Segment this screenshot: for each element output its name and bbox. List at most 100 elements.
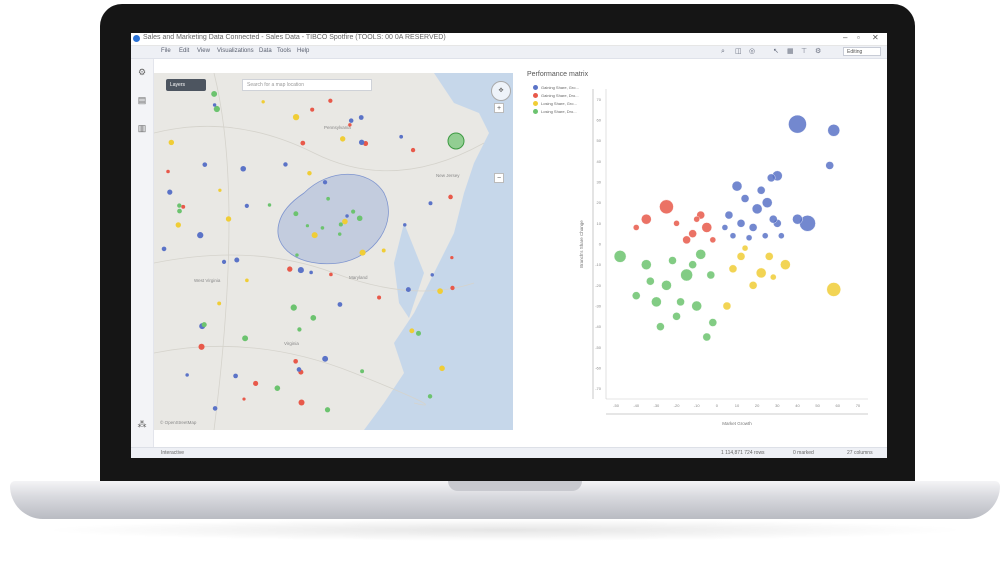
map-marker[interactable]	[245, 278, 249, 283]
map-marker[interactable]	[213, 105, 220, 113]
map-marker[interactable]	[202, 162, 208, 167]
map-marker[interactable]	[437, 288, 443, 295]
map-marker[interactable]	[358, 115, 364, 120]
scatter-point[interactable]	[745, 234, 753, 242]
map-marker[interactable]	[244, 203, 249, 208]
database-icon[interactable]: ▤	[137, 95, 147, 105]
scatter-point[interactable]	[724, 210, 734, 220]
map-marker[interactable]	[212, 103, 217, 107]
scatter-point[interactable]	[778, 232, 785, 239]
menu-file[interactable]: File	[161, 48, 171, 54]
map-marker[interactable]	[198, 343, 205, 350]
map-marker[interactable]	[305, 224, 310, 228]
map-marker[interactable]	[338, 222, 343, 227]
scatter-point[interactable]	[756, 186, 766, 195]
map-marker[interactable]	[345, 214, 349, 218]
bookmark-icon[interactable]: ◫	[735, 48, 742, 55]
map-marker[interactable]	[329, 272, 333, 277]
map-marker[interactable]	[450, 285, 455, 291]
map-marker[interactable]	[310, 315, 317, 321]
table-icon[interactable]: ▦	[787, 48, 794, 55]
scatter-point[interactable]	[688, 260, 697, 269]
map-marker[interactable]	[185, 373, 189, 377]
map-marker[interactable]	[166, 169, 170, 174]
map-marker[interactable]	[297, 327, 302, 332]
scatter-point[interactable]	[826, 282, 841, 297]
scatter-point[interactable]	[751, 203, 763, 215]
scatter-point[interactable]	[770, 273, 777, 281]
map-search-input[interactable]: Search for a map location	[242, 79, 372, 91]
map-marker[interactable]	[428, 201, 433, 206]
scatter-point[interactable]	[765, 252, 774, 261]
map-marker[interactable]	[292, 113, 300, 121]
data-icon[interactable]: ◎	[749, 48, 756, 55]
map-marker[interactable]	[448, 194, 453, 200]
scatter-point[interactable]	[695, 249, 706, 260]
map-marker[interactable]	[290, 304, 297, 311]
scatter-point[interactable]	[748, 281, 758, 290]
scatter-point[interactable]	[736, 252, 746, 261]
map-view[interactable]: Layers Search for a map location Pennsyl…	[154, 73, 513, 430]
scatter-point[interactable]	[656, 322, 665, 331]
scatter-point[interactable]	[740, 194, 750, 203]
map-marker[interactable]	[381, 248, 386, 253]
scatter-point[interactable]	[691, 300, 702, 312]
scatter-point[interactable]	[633, 224, 640, 231]
map-marker[interactable]	[377, 295, 382, 300]
map-marker[interactable]	[201, 322, 207, 328]
scatter-point[interactable]	[693, 215, 700, 223]
map-marker[interactable]	[295, 253, 299, 257]
map-marker[interactable]	[339, 136, 346, 142]
map-marker[interactable]	[211, 91, 218, 97]
map-marker[interactable]	[261, 100, 265, 104]
map-marker[interactable]	[161, 246, 167, 252]
layers-button[interactable]: Layers	[166, 79, 206, 91]
map-marker[interactable]	[342, 218, 348, 225]
map-marker[interactable]	[233, 373, 238, 379]
scatter-point[interactable]	[646, 276, 655, 286]
map-marker[interactable]	[403, 223, 407, 227]
map-marker[interactable]	[326, 196, 330, 201]
scatter-point[interactable]	[827, 124, 840, 137]
map-marker[interactable]	[322, 355, 329, 362]
scatter-point[interactable]	[741, 244, 749, 252]
pointer-icon[interactable]: ↖	[773, 48, 780, 55]
map-marker[interactable]	[221, 259, 227, 264]
scatter-point[interactable]	[755, 267, 767, 279]
map-marker[interactable]	[296, 367, 302, 372]
map-marker[interactable]	[309, 270, 313, 275]
map-marker[interactable]	[177, 208, 182, 214]
scatter-point[interactable]	[702, 332, 711, 342]
scatter-point[interactable]	[673, 220, 680, 227]
map-marker[interactable]	[360, 369, 365, 374]
close-button[interactable]: ✕	[872, 33, 879, 42]
scatter-point[interactable]	[676, 297, 685, 307]
gear-icon[interactable]: ⚙	[137, 67, 147, 77]
scatter-point[interactable]	[762, 232, 769, 239]
map-marker[interactable]	[328, 98, 333, 103]
map-marker[interactable]	[307, 170, 312, 176]
map-marker[interactable]	[168, 139, 175, 146]
map-marker[interactable]	[177, 203, 182, 208]
menu-tools[interactable]: Tools	[277, 48, 291, 54]
scatter-plot[interactable]: 70 60 50 40 30 20 10 0 -10 -20 -30 -40 -50 -60 -70 -50 -…	[523, 69, 887, 429]
compass-icon[interactable]: ✥	[491, 81, 511, 101]
map-marker[interactable]	[242, 335, 249, 342]
map-marker[interactable]	[283, 162, 288, 167]
map-marker[interactable]	[356, 215, 363, 222]
map-marker[interactable]	[181, 204, 186, 209]
scatter-point[interactable]	[682, 235, 691, 245]
scatter-point[interactable]	[659, 199, 674, 215]
search-icon[interactable]: ⌕	[721, 48, 728, 55]
map-marker[interactable]	[267, 203, 272, 207]
menu-help[interactable]: Help	[297, 48, 309, 54]
scatter-point[interactable]	[641, 259, 652, 270]
map-marker[interactable]	[430, 273, 434, 277]
filter-icon[interactable]: ⊤	[801, 48, 808, 55]
scatter-point[interactable]	[731, 180, 743, 192]
scatter-point[interactable]	[701, 222, 712, 233]
scatter-point[interactable]	[641, 213, 652, 225]
map-marker[interactable]	[225, 216, 232, 222]
scatter-point[interactable]	[706, 270, 716, 280]
zoom-out-button[interactable]: −	[494, 173, 504, 183]
